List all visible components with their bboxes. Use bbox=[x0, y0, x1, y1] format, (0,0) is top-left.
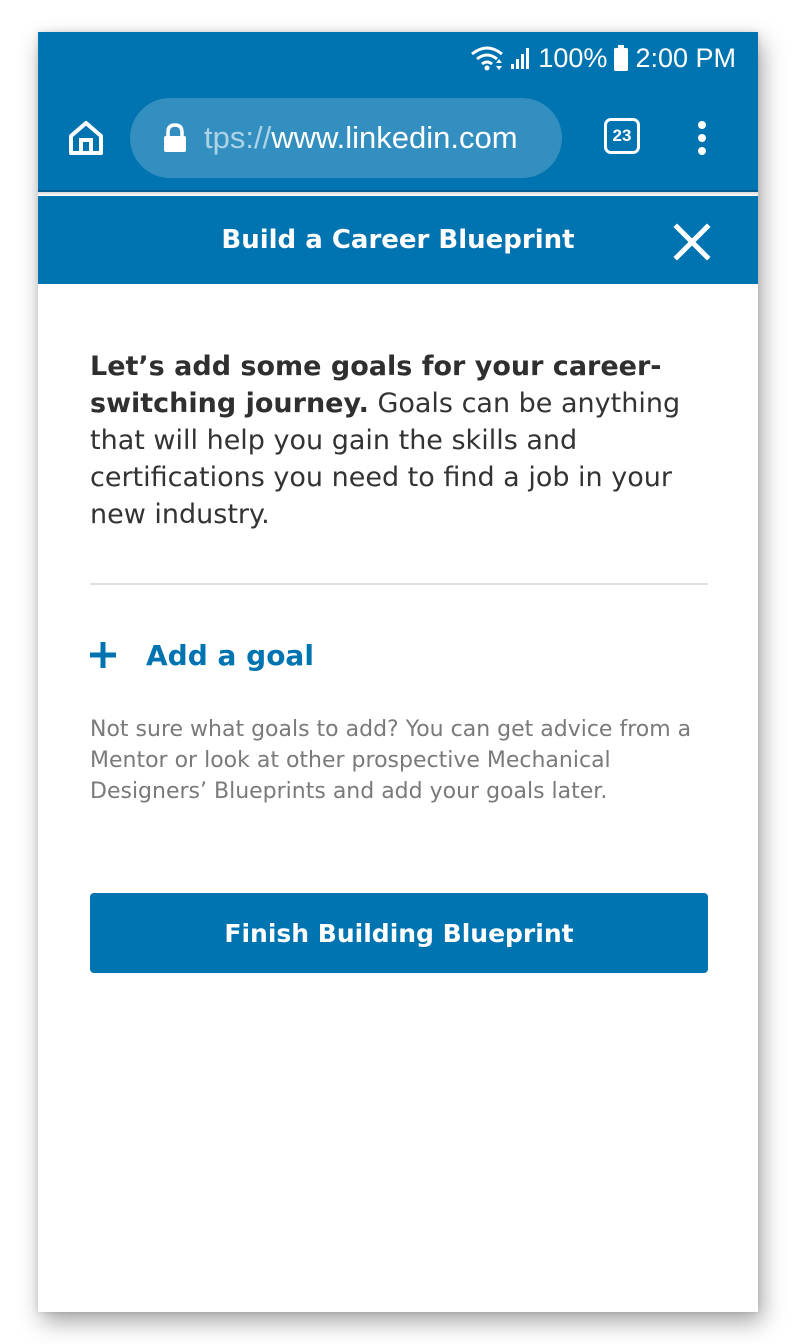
clock: 2:00 PM bbox=[635, 42, 736, 73]
signal-icon bbox=[510, 46, 532, 70]
phone-screen: 100% 2:00 PM tps://www.linkedin.com 23 B… bbox=[38, 32, 758, 1312]
url-host: www.linkedin.com bbox=[271, 120, 518, 155]
address-bar[interactable]: tps://www.linkedin.com bbox=[130, 98, 562, 178]
divider bbox=[90, 583, 708, 585]
page-title: Build a Career Blueprint bbox=[221, 225, 575, 255]
add-goal-label: Add a goal bbox=[146, 638, 314, 672]
lock-icon bbox=[164, 123, 186, 152]
wifi-icon bbox=[470, 45, 504, 71]
overflow-menu-icon bbox=[698, 121, 706, 155]
url-scheme: tps:// bbox=[204, 120, 272, 155]
home-icon bbox=[69, 121, 103, 155]
finish-building-blueprint-button[interactable]: Finish Building Blueprint bbox=[90, 893, 708, 973]
intro-text: Let’s add some goals for your career-swi… bbox=[90, 348, 708, 533]
battery-percent: 100% bbox=[538, 42, 608, 73]
close-icon bbox=[673, 223, 711, 261]
finish-button-label: Finish Building Blueprint bbox=[224, 918, 574, 948]
advice-text: Not sure what goals to add? You can get … bbox=[90, 717, 692, 804]
home-button[interactable] bbox=[66, 118, 106, 158]
battery-icon bbox=[613, 44, 629, 72]
tab-count: 23 bbox=[612, 126, 632, 145]
overflow-menu-button[interactable] bbox=[688, 118, 716, 158]
browser-toolbar: tps://www.linkedin.com 23 bbox=[38, 96, 758, 180]
browser-chrome: 100% 2:00 PM tps://www.linkedin.com 23 bbox=[38, 32, 758, 192]
url-text: tps://www.linkedin.com bbox=[204, 120, 518, 156]
add-goal-button[interactable]: Add a goal bbox=[90, 635, 708, 675]
tabs-button[interactable]: 23 bbox=[604, 118, 640, 154]
close-button[interactable] bbox=[672, 222, 712, 262]
status-bar: 100% 2:00 PM bbox=[470, 42, 736, 74]
page-header: Build a Career Blueprint bbox=[38, 196, 758, 284]
plus-icon bbox=[90, 642, 116, 668]
main-content: Let’s add some goals for your career-swi… bbox=[90, 284, 708, 973]
